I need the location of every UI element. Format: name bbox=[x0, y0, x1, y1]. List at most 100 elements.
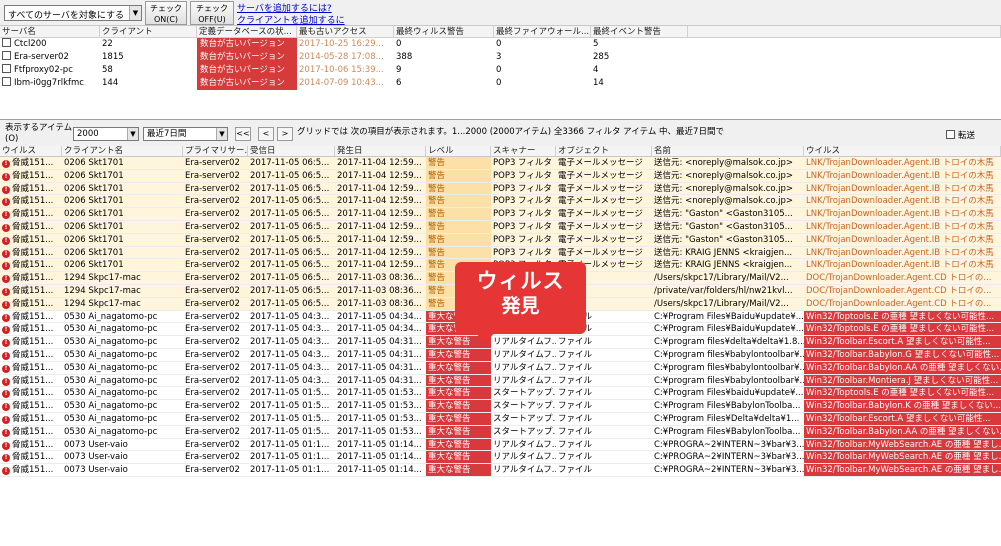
server-row[interactable]: Ftfproxy02-pc 58 数台が古いバージョン 2017-10-06 15:3… bbox=[0, 64, 1001, 77]
threat-cell-7: ファイル bbox=[556, 375, 652, 387]
checkbox-icon[interactable] bbox=[2, 38, 11, 47]
threat-cell-text: Win32/Toptools.E の亜種 望ましくない可能性... bbox=[806, 311, 995, 322]
threat-row[interactable]: ! 脅威151... 0206 Skt1701 Era-server02 2017-11… bbox=[0, 246, 1001, 260]
threat-cell-text: 脅威151... bbox=[12, 221, 54, 232]
col-level[interactable]: レベル bbox=[426, 146, 491, 156]
threat-row[interactable]: ! 脅威151... 0206 Skt1701 Era-server02 2017-11… bbox=[0, 182, 1001, 196]
server-cell-text: 22 bbox=[102, 39, 113, 49]
threat-row[interactable]: ! 脅威151... 0206 Skt1701 Era-server02 2017-11… bbox=[0, 220, 1001, 234]
col-primary-server[interactable]: プライマリサー... bbox=[183, 146, 248, 156]
threat-cell-text: 警告 bbox=[428, 170, 446, 181]
col-definition-status[interactable]: 定義データベースの状... bbox=[197, 26, 297, 37]
server-row[interactable]: Ctcl200 22 数台が古いバージョン 2017-10-25 16:29... 0 0… bbox=[0, 38, 1001, 51]
col-virus[interactable]: ウイルス bbox=[0, 146, 62, 156]
col-object[interactable]: オブジェクト bbox=[556, 146, 652, 156]
threat-cell-text: 2017-11-05 01:53... bbox=[337, 401, 422, 412]
threat-cell-5: 警告 bbox=[426, 195, 491, 208]
threat-cell-text: LNK/TrojanDownloader.Agent.IB トロイの木馬 bbox=[806, 183, 994, 194]
threat-row[interactable]: ! 脅威151... 0206 Skt1701 Era-server02 2017-11… bbox=[0, 169, 1001, 183]
threat-cell-text: Era-server02 bbox=[185, 285, 240, 296]
check-on-button[interactable]: チェック ON(C) bbox=[145, 1, 187, 25]
error-icon: ! bbox=[2, 198, 10, 207]
col-client-name[interactable]: クライアント名 bbox=[62, 146, 183, 156]
server-cell-name: Era-server02 bbox=[0, 51, 100, 64]
threat-cell-9: LNK/TrojanDownloader.Agent.IB トロイの木馬 bbox=[804, 170, 1001, 182]
col-received[interactable]: 受信日 bbox=[248, 146, 335, 156]
col-scanner[interactable]: スキャナー bbox=[491, 146, 556, 156]
col-last-event[interactable]: 最終イベント警告 bbox=[591, 26, 688, 37]
threat-cell-text: 2017-11-05 01:1... bbox=[250, 439, 330, 450]
threat-row[interactable]: ! 脅威151... 0206 Skt1701 Era-server02 2017-11… bbox=[0, 157, 1001, 170]
threat-cell-text: 2017-11-05 04:3... bbox=[250, 324, 330, 335]
threat-cell-text: Era-server02 bbox=[185, 221, 240, 232]
threat-row[interactable]: ! 脅威151... 0530 Ai_nagatomo-pc Era-server02… bbox=[0, 361, 1001, 375]
threat-cell-4: 2017-11-04 12:59... bbox=[335, 195, 426, 207]
col-last-firewall[interactable]: 最終ファイアウォール... bbox=[494, 26, 591, 37]
threat-row[interactable]: ! 脅威151... 0530 Ai_nagatomo-pc Era-server02… bbox=[0, 348, 1001, 362]
threat-row[interactable]: ! 脅威151... 0073 User-vaio Era-server02 2017-… bbox=[0, 464, 1001, 477]
next-page-button[interactable]: > bbox=[277, 127, 293, 141]
server-filter-select[interactable]: すべてのサーバを対象にする ▼ bbox=[4, 5, 142, 21]
threat-row[interactable]: ! 脅威151... 0530 Ai_nagatomo-pc Era-server02… bbox=[0, 387, 1001, 401]
col-filler bbox=[688, 26, 1001, 37]
threat-cell-text: Win32/Toolbar.MyWebSearch.AE の亜種 望まし... bbox=[806, 465, 1001, 476]
threat-row[interactable]: ! 脅威151... 0206 Skt1701 Era-server02 2017-11… bbox=[0, 233, 1001, 247]
threat-cell-text: 2017-11-05 01:1... bbox=[250, 452, 330, 463]
threat-cell-text: 0530 Ai_nagatomo-pc bbox=[64, 413, 158, 424]
threat-cell-text: Era-server02 bbox=[185, 388, 240, 399]
threat-row[interactable]: ! 脅威151... 0530 Ai_nagatomo-pc Era-server02… bbox=[0, 425, 1001, 439]
threat-cell-9: Win32/Toolbar.MyWebSearch.AE の亜種 望まし... bbox=[804, 464, 1001, 476]
threat-row[interactable]: ! 脅威151... 0530 Ai_nagatomo-pc Era-server02… bbox=[0, 336, 1001, 349]
threat-cell-text: 2017-11-05 01:14... bbox=[337, 452, 422, 463]
threat-cell-9: Win32/Toolbar.Babylon.K の亜種 望ましくない... bbox=[804, 400, 1001, 412]
threat-cell-9: LNK/TrojanDownloader.Agent.IB トロイの木馬 bbox=[804, 247, 1001, 259]
threat-cell-3: 2017-11-05 04:3... bbox=[248, 311, 335, 323]
items-label: 表示するアイテム(O) bbox=[5, 123, 73, 144]
server-cell-virus: 0 bbox=[394, 38, 494, 51]
threat-cell-text: 1294 Skpc17-mac bbox=[64, 273, 141, 284]
checkbox-icon[interactable] bbox=[2, 64, 11, 73]
threat-row[interactable]: ! 脅威151... 0073 User-vaio Era-server02 2017-… bbox=[0, 451, 1001, 465]
threat-row[interactable]: ! 脅威151... 0073 User-vaio Era-server02 2017-… bbox=[0, 438, 1001, 452]
threat-cell-7: 電子メールメッセージ bbox=[556, 208, 652, 220]
prev-page-button[interactable]: < bbox=[258, 127, 274, 141]
threat-cell-3: 2017-11-05 04:3... bbox=[248, 336, 335, 348]
col-last-virus-alert[interactable]: 最終ウィルス警告 bbox=[394, 26, 494, 37]
transfer-checkbox[interactable]: 転送 bbox=[946, 129, 975, 141]
checkbox-icon[interactable] bbox=[946, 130, 955, 139]
threat-cell-9: LNK/TrojanDownloader.Agent.IB トロイの木馬 bbox=[804, 195, 1001, 207]
col-name[interactable]: 名前 bbox=[652, 146, 804, 156]
chevron-down-icon[interactable]: ▼ bbox=[216, 128, 227, 140]
col-server-name[interactable]: サーバ名 bbox=[0, 26, 100, 37]
threat-row[interactable]: ! 脅威151... 0530 Ai_nagatomo-pc Era-server02… bbox=[0, 400, 1001, 413]
col-clients[interactable]: クライアント bbox=[100, 26, 197, 37]
threat-cell-text: 脅威151... bbox=[12, 439, 54, 450]
period-select[interactable]: 最近7日間 ▼ bbox=[143, 127, 228, 141]
col-oldest-access[interactable]: 最も古いアクセス bbox=[297, 26, 394, 37]
col-occurred[interactable]: 発生日 bbox=[335, 146, 426, 156]
add-client-help-link[interactable]: クライアントを追加するに bbox=[237, 13, 345, 26]
threat-cell-5: 重大な警告 bbox=[426, 361, 491, 374]
threat-cell-text: 2017-11-05 06:5... bbox=[250, 196, 330, 207]
threat-row[interactable]: ! 脅威151... 0206 Skt1701 Era-server02 2017-11… bbox=[0, 195, 1001, 209]
chevron-down-icon[interactable]: ▼ bbox=[129, 6, 141, 20]
checkbox-icon[interactable] bbox=[2, 77, 11, 86]
threat-row[interactable]: ! 脅威151... 0206 Skt1701 Era-server02 2017-11… bbox=[0, 208, 1001, 221]
error-icon: ! bbox=[2, 211, 10, 220]
check-off-button[interactable]: チェック OFF(U) bbox=[190, 1, 234, 25]
item-count-select[interactable]: 2000 ▼ bbox=[73, 127, 139, 141]
chevron-down-icon[interactable]: ▼ bbox=[127, 128, 138, 140]
threat-cell-text: LNK/TrojanDownloader.Agent.IB トロイの木馬 bbox=[806, 158, 994, 168]
col-virus-name[interactable]: ウイルス bbox=[804, 146, 1001, 156]
threat-cell-8: C:¥program files¥babylontoolbar¥... bbox=[652, 349, 804, 361]
threat-cell-text: 警告 bbox=[428, 260, 446, 271]
threat-cell-6: リアルタイムフ... bbox=[491, 439, 556, 451]
server-row[interactable]: Era-server02 1815 数台が古いバージョン 2014-05-28 17:… bbox=[0, 51, 1001, 64]
threat-cell-text: 2017-11-04 12:59... bbox=[337, 158, 422, 168]
threat-row[interactable]: ! 脅威151... 0530 Ai_nagatomo-pc Era-server02… bbox=[0, 412, 1001, 426]
checkbox-icon[interactable] bbox=[2, 51, 11, 60]
server-row[interactable]: Ibm-i0gg7rlkfmc 144 数台が古いバージョン 2014-07-09 1… bbox=[0, 77, 1001, 90]
threat-cell-text: 2017-11-04 12:59... bbox=[337, 234, 422, 245]
first-page-button[interactable]: << bbox=[235, 127, 251, 141]
threat-row[interactable]: ! 脅威151... 0530 Ai_nagatomo-pc Era-server02… bbox=[0, 374, 1001, 388]
